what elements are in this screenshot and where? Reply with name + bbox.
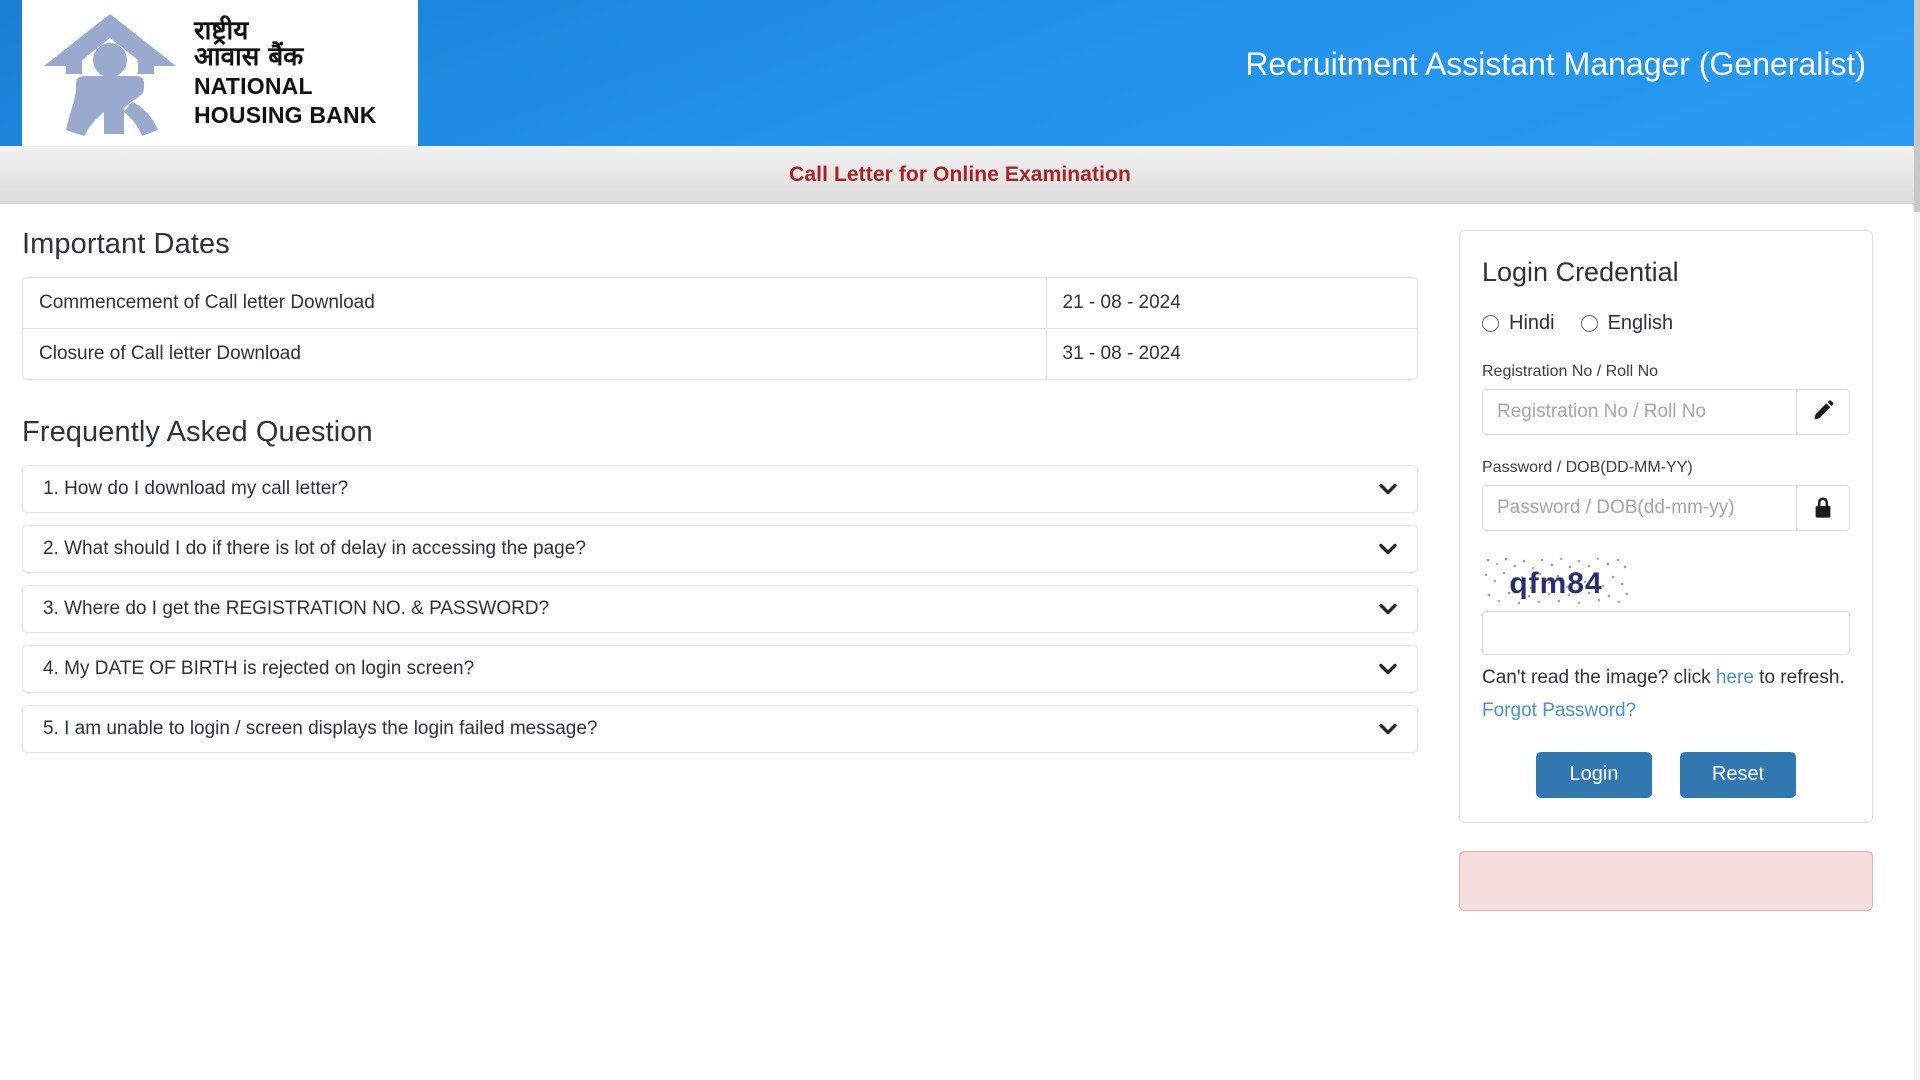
radio-circle-english[interactable] — [1580, 315, 1598, 332]
page-scrollbar-track[interactable] — [1914, 0, 1920, 1080]
page-title: Recruitment Assistant Manager (Generalis… — [1245, 46, 1866, 82]
date-value: 31 - 08 - 2024 — [1046, 328, 1417, 379]
captcha-refresh-link[interactable]: here — [1716, 667, 1754, 688]
faq-question-text: 2. What should I do if there is lot of d… — [43, 538, 586, 559]
faq-item-1[interactable]: 1. How do I download my call letter? — [22, 465, 1418, 513]
login-panel-title: Login Credential — [1482, 257, 1679, 287]
captcha-hint-prefix: Can't read the image? click — [1482, 667, 1716, 688]
pencil-icon[interactable] — [1796, 389, 1850, 435]
language-option-english[interactable]: English — [1580, 312, 1674, 335]
lock-icon[interactable] — [1796, 485, 1850, 531]
logo-hindi-line2: आवास बैंक — [194, 42, 304, 73]
chevron-down-icon[interactable] — [1377, 478, 1399, 500]
bank-logo: राष्ट्रीय आवास बैंक NATIONAL HOUSING BAN… — [22, 0, 418, 146]
captcha-hint-suffix: to refresh. — [1753, 667, 1845, 688]
password-field-label: Password / DOB(DD-MM-YY) — [1482, 459, 1693, 476]
table-row: Closure of Call letter Download 31 - 08 … — [23, 328, 1417, 379]
faq-question-text: 3. Where do I get the REGISTRATION NO. &… — [43, 598, 550, 619]
faq-question-text: 4. My DATE OF BIRTH is rejected on login… — [43, 658, 475, 679]
login-button-row: Login Reset — [1482, 751, 1850, 798]
subtitle-bar: Call Letter for Online Examination — [0, 146, 1920, 204]
chevron-down-icon[interactable] — [1377, 598, 1399, 620]
faq-question-text: 5. I am unable to login / screen display… — [43, 718, 598, 739]
date-label: Commencement of Call letter Download — [23, 278, 1047, 328]
logo-text-block: राष्ट्रीय आवास बैंक NATIONAL HOUSING BAN… — [194, 18, 377, 129]
faq-item-3[interactable]: 3. Where do I get the REGISTRATION NO. &… — [22, 585, 1418, 633]
status-alert-box — [1459, 850, 1873, 911]
chevron-down-icon[interactable] — [1377, 538, 1399, 560]
captcha-refresh-hint: Can't read the image? click here to refr… — [1482, 665, 1850, 692]
faq-item-5[interactable]: 5. I am unable to login / screen display… — [22, 705, 1418, 753]
right-column: Login Credential Hindi English Registrat… — [1435, 204, 1905, 911]
captcha-code: qfm84 — [1509, 567, 1602, 600]
forgot-password-link[interactable]: Forgot Password? — [1482, 700, 1636, 722]
language-label-english: English — [1607, 312, 1674, 334]
faq-question-text: 1. How do I download my call letter? — [43, 478, 349, 499]
password-input[interactable] — [1482, 485, 1796, 531]
subtitle-text: Call Letter for Online Examination — [789, 162, 1131, 186]
date-label: Closure of Call letter Download — [23, 328, 1047, 379]
logo-english-line1: NATIONAL — [194, 72, 313, 99]
registration-input-group — [1482, 389, 1850, 435]
page-scrollbar-thumb[interactable] — [1914, 0, 1920, 212]
chevron-down-icon[interactable] — [1377, 658, 1399, 680]
faq-item-2[interactable]: 2. What should I do if there is lot of d… — [22, 525, 1418, 573]
date-value: 21 - 08 - 2024 — [1062, 292, 1181, 313]
house-person-logo-icon — [44, 14, 176, 136]
faq-list: 1. How do I download my call letter? 2. … — [22, 465, 1418, 753]
chevron-down-icon[interactable] — [1377, 718, 1399, 740]
login-panel: Login Credential Hindi English Registrat… — [1459, 230, 1873, 823]
password-input-group — [1482, 485, 1850, 531]
logo-english-line2: HOUSING BANK — [194, 101, 377, 128]
language-option-hindi[interactable]: Hindi — [1482, 312, 1555, 335]
table-row: Commencement of Call letter Download 21 … — [23, 278, 1417, 328]
captcha-input[interactable] — [1482, 611, 1850, 655]
login-button[interactable]: Login — [1536, 751, 1652, 798]
important-dates-table: Commencement of Call letter Download 21 … — [22, 277, 1418, 380]
radio-circle-hindi[interactable] — [1482, 315, 1499, 332]
registration-input[interactable] — [1482, 389, 1796, 435]
faq-item-4[interactable]: 4. My DATE OF BIRTH is rejected on login… — [22, 645, 1418, 693]
page-header: राष्ट्रीय आवास बैंक NATIONAL HOUSING BAN… — [0, 0, 1920, 146]
reset-button[interactable]: Reset — [1680, 751, 1796, 798]
logo-hindi-line1: राष्ट्रीय — [194, 15, 249, 46]
captcha-image: qfm84 — [1482, 555, 1630, 607]
language-label-hindi: Hindi — [1509, 312, 1555, 334]
registration-field-label: Registration No / Roll No — [1482, 363, 1659, 380]
main-content: Important Dates Commencement of Call let… — [0, 204, 1920, 1079]
important-dates-title: Important Dates — [22, 228, 230, 260]
language-radio-group: Hindi English — [1482, 312, 1850, 335]
left-column: Important Dates Commencement of Call let… — [0, 204, 1435, 753]
faq-title: Frequently Asked Question — [22, 416, 373, 448]
